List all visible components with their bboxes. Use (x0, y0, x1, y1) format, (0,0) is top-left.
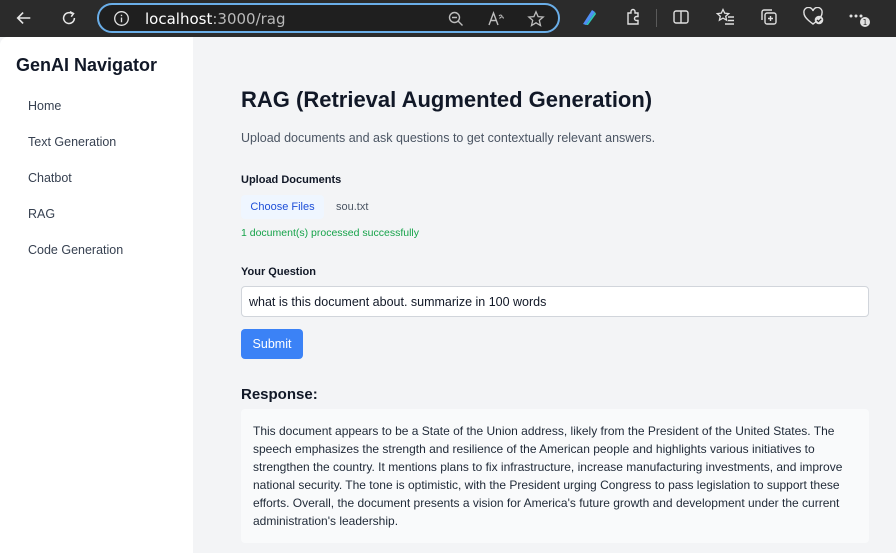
selected-file-name: sou.txt (336, 201, 369, 213)
back-icon[interactable] (12, 6, 36, 30)
response-title: Response: (241, 386, 318, 403)
more-icon[interactable]: 1 (847, 7, 871, 34)
submit-button[interactable]: Submit (241, 329, 303, 359)
app-brand: GenAI Navigator (16, 55, 158, 75)
svg-text:1: 1 (863, 18, 868, 27)
sidebar: GenAI Navigator Home Text Generation Cha… (0, 37, 193, 553)
main-content: RAG (Retrieval Augmented Generation) Upl… (193, 37, 896, 553)
read-aloud-icon[interactable] (487, 10, 505, 33)
sidebar-item-home[interactable]: Home (28, 99, 61, 113)
choose-files-button[interactable]: Choose Files (241, 195, 324, 219)
sidebar-item-code-generation[interactable]: Code Generation (28, 243, 123, 257)
page-title: RAG (Retrieval Augmented Generation) (241, 87, 653, 112)
info-icon[interactable] (113, 10, 130, 32)
page-description: Upload documents and ask questions to ge… (241, 131, 656, 145)
collections-icon[interactable] (759, 7, 779, 32)
address-bar[interactable]: localhost:3000/rag (97, 3, 560, 33)
sidebar-item-text-generation[interactable]: Text Generation (28, 135, 116, 149)
favorite-star-icon[interactable] (527, 10, 545, 33)
copilot-icon[interactable] (579, 7, 599, 32)
split-screen-icon[interactable] (671, 7, 691, 32)
url-host: localhost (145, 10, 213, 28)
browser-essentials-icon[interactable] (803, 6, 825, 32)
sidebar-item-rag[interactable]: RAG (28, 207, 55, 221)
browser-toolbar: localhost:3000/rag 1 (0, 0, 896, 37)
zoom-out-icon[interactable] (447, 10, 465, 33)
question-label: Your Question (241, 266, 316, 278)
extensions-icon[interactable] (623, 7, 643, 32)
toolbar-divider (656, 9, 657, 27)
upload-label: Upload Documents (241, 174, 342, 186)
upload-success-message: 1 document(s) processed successfully (241, 227, 419, 239)
question-input[interactable]: what is this document about. summarize i… (241, 286, 869, 317)
url-text: localhost:3000/rag (145, 10, 286, 28)
response-text: This document appears to be a State of t… (241, 409, 869, 543)
refresh-icon[interactable] (57, 6, 81, 30)
favorites-icon[interactable] (715, 7, 736, 32)
sidebar-item-chatbot[interactable]: Chatbot (28, 171, 72, 185)
url-path: :3000/rag (212, 10, 286, 28)
